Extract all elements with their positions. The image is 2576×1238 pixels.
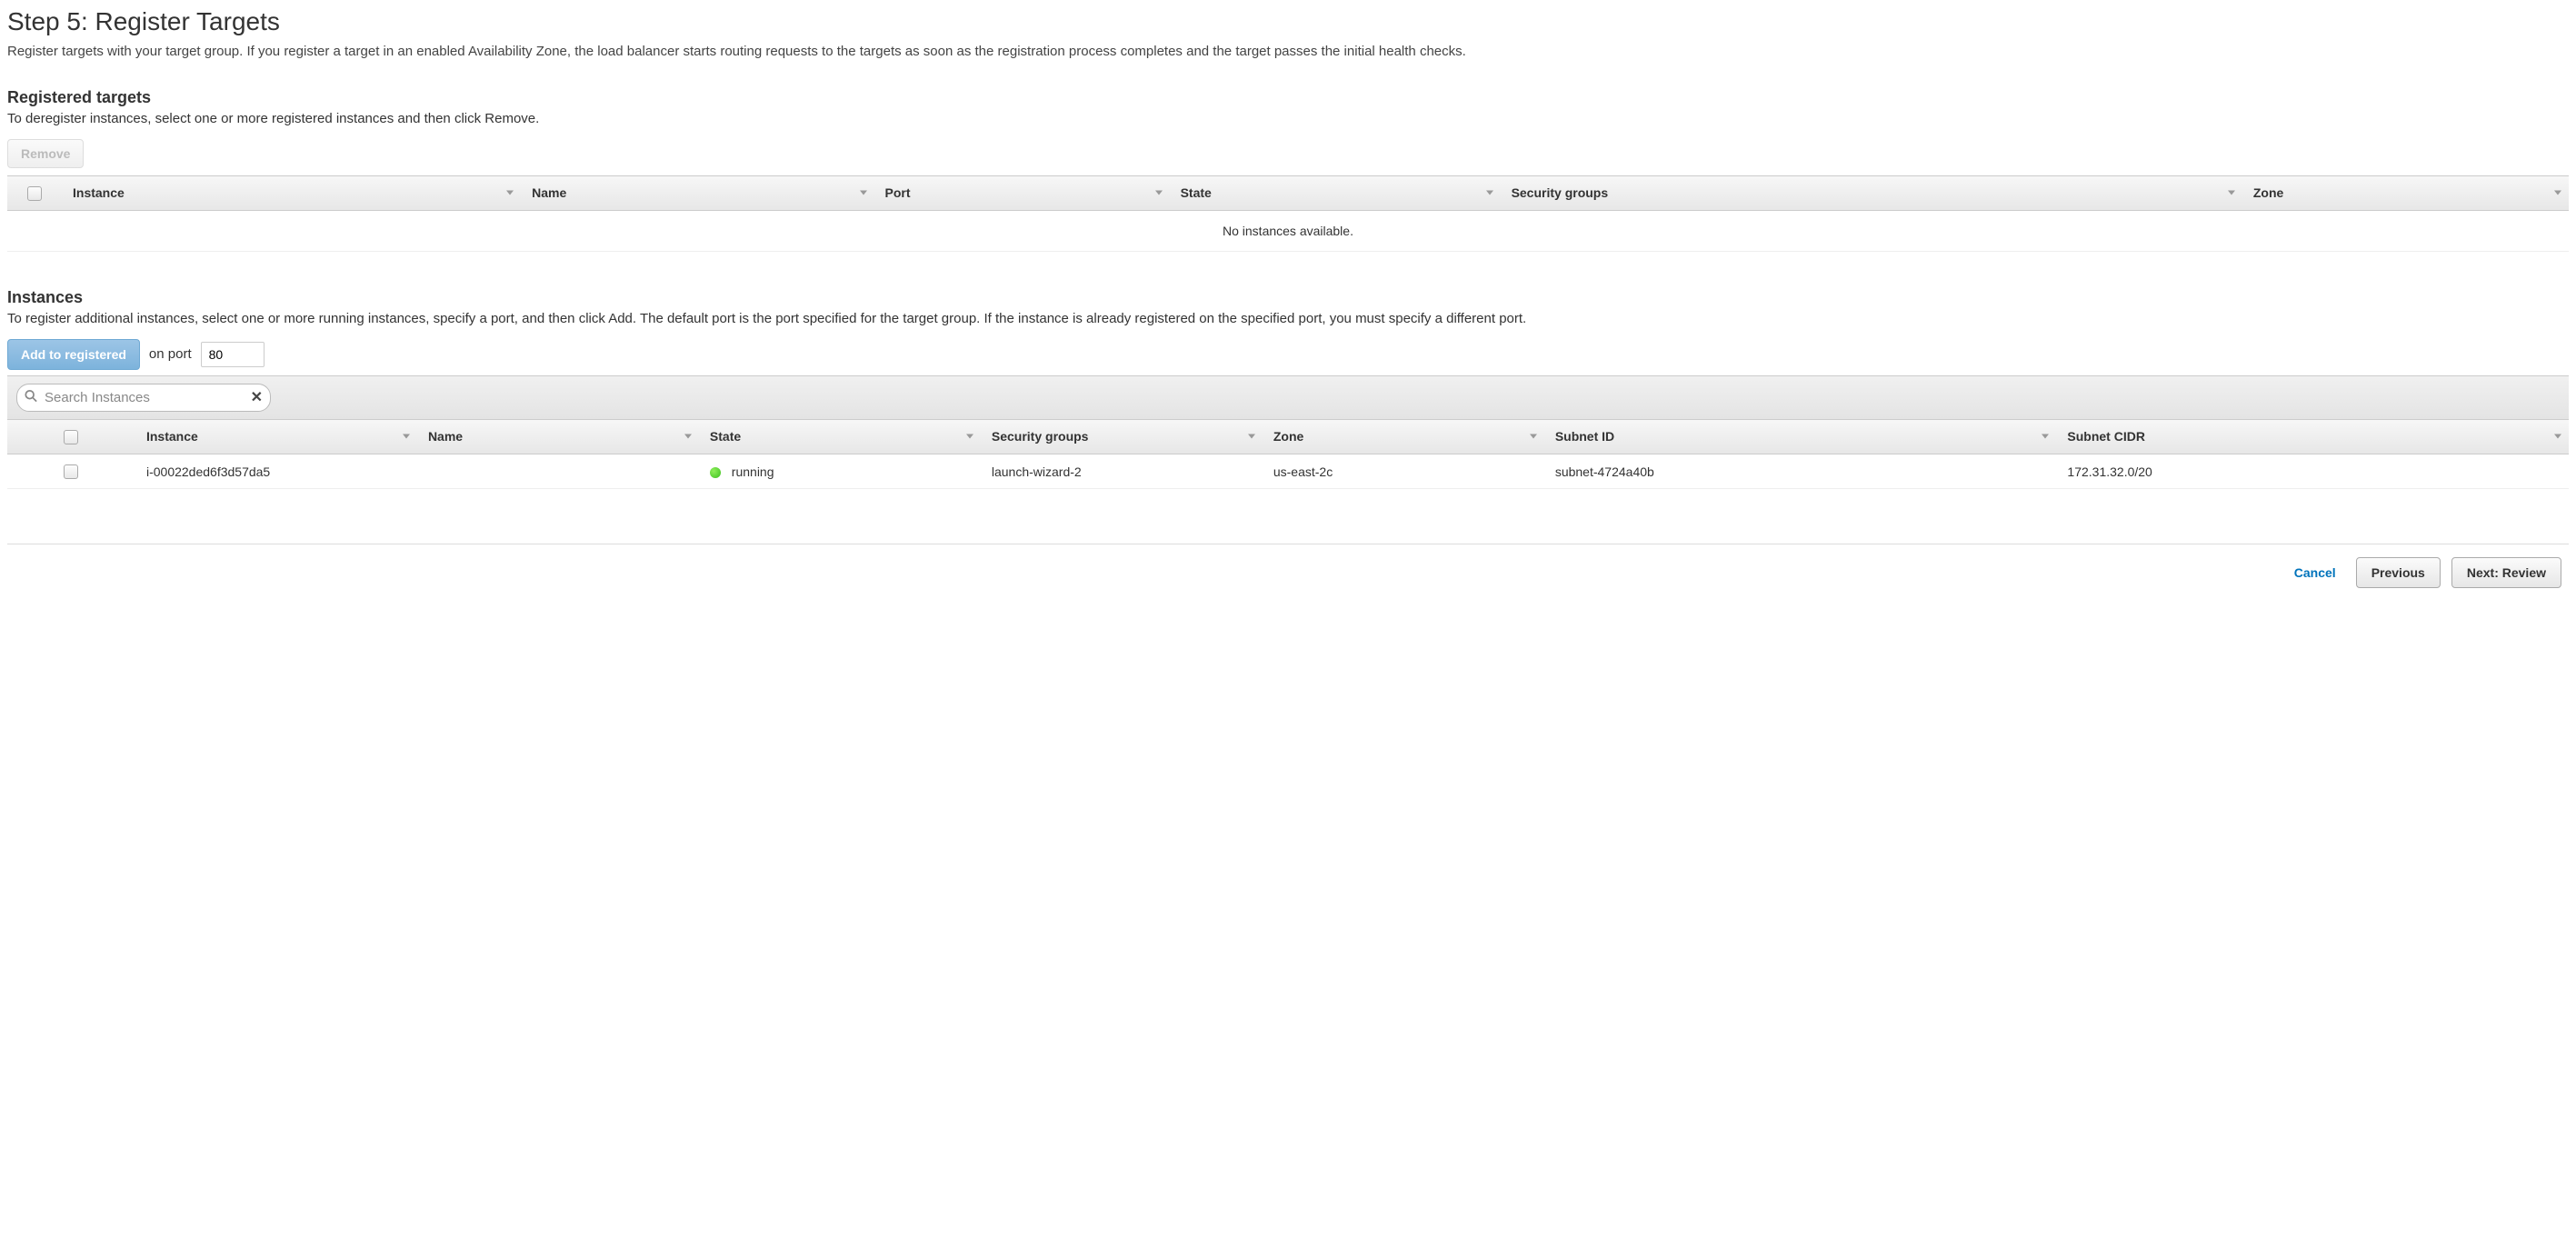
column-header-select-all[interactable] bbox=[7, 175, 62, 210]
column-label: Instance bbox=[73, 185, 125, 200]
column-header-port[interactable]: Port bbox=[874, 175, 1170, 210]
column-label: State bbox=[1181, 185, 1212, 200]
chevron-down-icon bbox=[403, 434, 410, 439]
clear-search-icon[interactable]: ✕ bbox=[251, 388, 263, 406]
instances-heading: Instances bbox=[7, 288, 2569, 307]
column-label: Name bbox=[428, 429, 463, 444]
page-title: Step 5: Register Targets bbox=[7, 7, 2569, 36]
registered-description: To deregister instances, select one or m… bbox=[7, 111, 2569, 126]
instances-table: Instance Name State Security groups bbox=[7, 419, 2569, 490]
row-checkbox[interactable] bbox=[64, 464, 78, 479]
cell-zone: us-east-2c bbox=[1263, 454, 1544, 489]
cell-state: running bbox=[699, 454, 981, 489]
registered-targets-table: Instance Name Port State bbox=[7, 175, 2569, 252]
column-header-zone[interactable]: Zone bbox=[1263, 419, 1544, 454]
column-header-state[interactable]: State bbox=[699, 419, 981, 454]
cell-security-groups: launch-wizard-2 bbox=[981, 454, 1263, 489]
column-header-state[interactable]: State bbox=[1170, 175, 1501, 210]
column-label: Zone bbox=[2253, 185, 2283, 200]
column-header-subnet-cidr[interactable]: Subnet CIDR bbox=[2056, 419, 2569, 454]
chevron-down-icon bbox=[1530, 434, 1537, 439]
table-row[interactable]: i-00022ded6f3d57da5 running launch-wizar… bbox=[7, 454, 2569, 489]
port-input[interactable] bbox=[201, 342, 265, 367]
column-label: Security groups bbox=[992, 429, 1089, 444]
registered-heading: Registered targets bbox=[7, 88, 2569, 107]
page-description: Register targets with your target group.… bbox=[7, 42, 2569, 63]
footer-bar: Cancel Previous Next: Review bbox=[7, 544, 2569, 594]
column-label: Subnet ID bbox=[1555, 429, 1614, 444]
select-all-checkbox[interactable] bbox=[27, 186, 42, 201]
column-header-instance[interactable]: Instance bbox=[62, 175, 521, 210]
column-header-security-groups[interactable]: Security groups bbox=[1501, 175, 2242, 210]
column-header-name[interactable]: Name bbox=[417, 419, 699, 454]
chevron-down-icon bbox=[860, 191, 867, 195]
chevron-down-icon bbox=[1155, 191, 1163, 195]
port-label: on port bbox=[149, 346, 192, 362]
cancel-link[interactable]: Cancel bbox=[2285, 559, 2345, 586]
cell-name bbox=[417, 454, 699, 489]
column-header-select-all[interactable] bbox=[7, 419, 135, 454]
column-header-name[interactable]: Name bbox=[521, 175, 874, 210]
chevron-down-icon bbox=[2042, 434, 2049, 439]
cell-subnet-cidr: 172.31.32.0/20 bbox=[2056, 454, 2569, 489]
remove-button: Remove bbox=[7, 139, 84, 168]
column-header-instance[interactable]: Instance bbox=[135, 419, 417, 454]
column-label: State bbox=[710, 429, 741, 444]
chevron-down-icon bbox=[506, 191, 514, 195]
chevron-down-icon bbox=[2228, 191, 2235, 195]
chevron-down-icon bbox=[2554, 434, 2561, 439]
chevron-down-icon bbox=[1486, 191, 1493, 195]
chevron-down-icon bbox=[966, 434, 973, 439]
search-icon bbox=[25, 390, 37, 405]
column-header-security-groups[interactable]: Security groups bbox=[981, 419, 1263, 454]
column-header-subnet-id[interactable]: Subnet ID bbox=[1544, 419, 2057, 454]
chevron-down-icon bbox=[684, 434, 692, 439]
cell-state-text: running bbox=[732, 464, 774, 479]
registered-targets-section: Registered targets To deregister instanc… bbox=[7, 88, 2569, 252]
instances-section: Instances To register additional instanc… bbox=[7, 288, 2569, 490]
previous-button[interactable]: Previous bbox=[2356, 557, 2441, 588]
no-instances-message: No instances available. bbox=[7, 210, 2569, 251]
add-to-registered-button[interactable]: Add to registered bbox=[7, 339, 140, 370]
chevron-down-icon bbox=[1248, 434, 1255, 439]
column-label: Security groups bbox=[1512, 185, 1609, 200]
chevron-down-icon bbox=[2554, 191, 2561, 195]
column-label: Instance bbox=[146, 429, 198, 444]
column-label: Subnet CIDR bbox=[2067, 429, 2145, 444]
column-label: Zone bbox=[1273, 429, 1303, 444]
cell-subnet-id: subnet-4724a40b bbox=[1544, 454, 2057, 489]
cell-instance: i-00022ded6f3d57da5 bbox=[135, 454, 417, 489]
column-label: Name bbox=[532, 185, 566, 200]
next-review-button[interactable]: Next: Review bbox=[2451, 557, 2561, 588]
search-instances-input[interactable] bbox=[16, 384, 271, 412]
column-header-zone[interactable]: Zone bbox=[2242, 175, 2569, 210]
instances-description: To register additional instances, select… bbox=[7, 311, 2569, 326]
select-all-checkbox[interactable] bbox=[64, 430, 78, 444]
column-label: Port bbox=[885, 185, 911, 200]
status-running-icon bbox=[710, 467, 721, 478]
